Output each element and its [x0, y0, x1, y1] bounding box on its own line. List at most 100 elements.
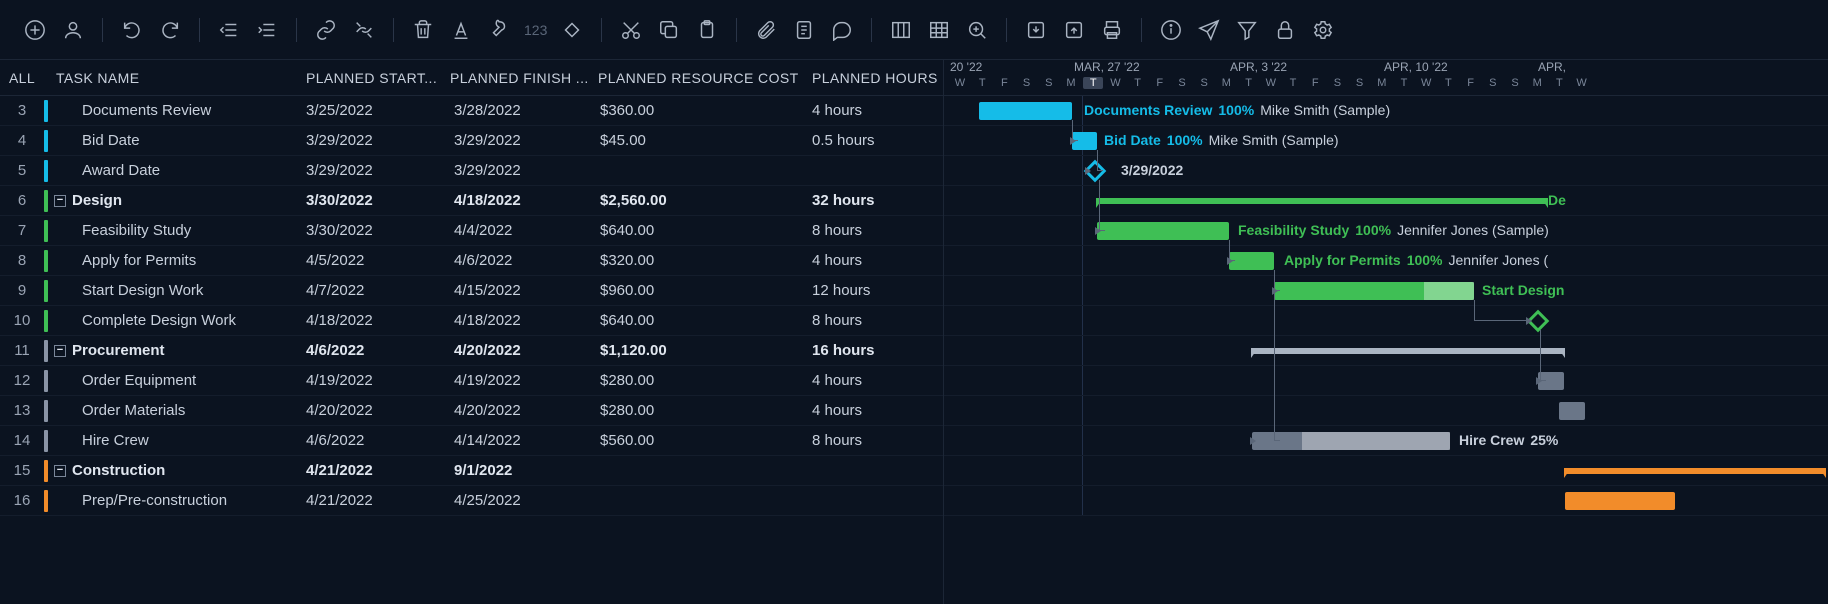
cost-cell[interactable]: $960.00 [592, 282, 806, 299]
import-icon[interactable] [1019, 13, 1053, 47]
hours-cell[interactable]: 32 hours [806, 192, 942, 209]
cost-cell[interactable]: $320.00 [592, 252, 806, 269]
task-name-cell[interactable]: Order Equipment [44, 370, 296, 392]
lock-icon[interactable] [1268, 13, 1302, 47]
zoom-icon[interactable] [960, 13, 994, 47]
paste-icon[interactable] [690, 13, 724, 47]
cost-cell[interactable]: $640.00 [592, 312, 806, 329]
collapse-toggle[interactable]: − [54, 345, 66, 357]
start-cell[interactable]: 3/25/2022 [296, 102, 444, 119]
finish-cell[interactable]: 3/28/2022 [444, 102, 592, 119]
gantt-summary-bar[interactable] [1565, 468, 1825, 474]
cost-cell[interactable]: $2,560.00 [592, 192, 806, 209]
hours-cell[interactable]: 4 hours [806, 402, 942, 419]
start-cell[interactable]: 3/30/2022 [296, 222, 444, 239]
finish-cell[interactable]: 4/18/2022 [444, 312, 592, 329]
cost-cell[interactable]: $360.00 [592, 102, 806, 119]
hours-cell[interactable]: 0.5 hours [806, 132, 942, 149]
start-cell[interactable]: 4/19/2022 [296, 372, 444, 389]
gantt-bar[interactable] [1274, 282, 1474, 300]
task-name-cell[interactable]: Apply for Permits [44, 250, 296, 272]
finish-cell[interactable]: 9/1/2022 [444, 462, 592, 479]
gantt-bar[interactable] [1229, 252, 1274, 270]
milestone-icon[interactable] [555, 13, 589, 47]
finish-cell[interactable]: 4/6/2022 [444, 252, 592, 269]
start-cell[interactable]: 4/5/2022 [296, 252, 444, 269]
task-row[interactable]: 7 Feasibility Study 3/30/2022 4/4/2022 $… [0, 216, 943, 246]
grid-icon[interactable] [922, 13, 956, 47]
finish-cell[interactable]: 3/29/2022 [444, 132, 592, 149]
columns-icon[interactable] [884, 13, 918, 47]
finish-cell[interactable]: 4/25/2022 [444, 492, 592, 509]
task-row[interactable]: 11 − Procurement 4/6/2022 4/20/2022 $1,1… [0, 336, 943, 366]
task-name-cell[interactable]: Prep/Pre-construction [44, 490, 296, 512]
start-cell[interactable]: 3/29/2022 [296, 132, 444, 149]
comment-icon[interactable] [825, 13, 859, 47]
gantt-bar[interactable] [1559, 402, 1585, 420]
hours-cell[interactable]: 12 hours [806, 282, 942, 299]
hours-cell[interactable]: 8 hours [806, 222, 942, 239]
col-start[interactable]: PLANNED START... [296, 70, 444, 86]
finish-cell[interactable]: 4/15/2022 [444, 282, 592, 299]
finish-cell[interactable]: 4/20/2022 [444, 402, 592, 419]
task-row[interactable]: 6 − Design 3/30/2022 4/18/2022 $2,560.00… [0, 186, 943, 216]
task-name-cell[interactable]: Bid Date [44, 130, 296, 152]
col-cost[interactable]: PLANNED RESOURCE COST [592, 70, 806, 86]
gantt-bar[interactable] [979, 102, 1072, 120]
task-name-cell[interactable]: Order Materials [44, 400, 296, 422]
print-icon[interactable] [1095, 13, 1129, 47]
task-row[interactable]: 4 Bid Date 3/29/2022 3/29/2022 $45.00 0.… [0, 126, 943, 156]
hours-cell[interactable]: 8 hours [806, 312, 942, 329]
task-name-cell[interactable]: Award Date [44, 160, 296, 182]
gantt-summary-bar[interactable] [1097, 198, 1547, 204]
collapse-toggle[interactable]: − [54, 195, 66, 207]
gantt-summary-bar[interactable] [1252, 348, 1564, 354]
attachment-icon[interactable] [749, 13, 783, 47]
add-icon[interactable] [18, 13, 52, 47]
hours-cell[interactable]: 16 hours [806, 342, 942, 359]
start-cell[interactable]: 4/6/2022 [296, 342, 444, 359]
task-name-cell[interactable]: Complete Design Work [44, 310, 296, 332]
hours-cell[interactable]: 4 hours [806, 252, 942, 269]
cut-icon[interactable] [614, 13, 648, 47]
task-name-cell[interactable]: − Procurement [44, 340, 296, 362]
gantt-bar[interactable] [1565, 492, 1675, 510]
link-icon[interactable] [309, 13, 343, 47]
col-all[interactable]: ALL [0, 70, 44, 86]
user-icon[interactable] [56, 13, 90, 47]
cost-cell[interactable]: $1,120.00 [592, 342, 806, 359]
filter-icon[interactable] [1230, 13, 1264, 47]
task-name-cell[interactable]: − Design [44, 190, 296, 212]
gantt-bar[interactable] [1252, 432, 1450, 450]
finish-cell[interactable]: 3/29/2022 [444, 162, 592, 179]
task-row[interactable]: 9 Start Design Work 4/7/2022 4/15/2022 $… [0, 276, 943, 306]
cost-cell[interactable]: $280.00 [592, 402, 806, 419]
cost-cell[interactable]: $640.00 [592, 222, 806, 239]
unlink-icon[interactable] [347, 13, 381, 47]
settings-icon[interactable] [1306, 13, 1340, 47]
send-icon[interactable] [1192, 13, 1226, 47]
task-row[interactable]: 15 − Construction 4/21/2022 9/1/2022 [0, 456, 943, 486]
undo-icon[interactable] [115, 13, 149, 47]
cost-cell[interactable]: $45.00 [592, 132, 806, 149]
redo-icon[interactable] [153, 13, 187, 47]
task-name-cell[interactable]: Feasibility Study [44, 220, 296, 242]
start-cell[interactable]: 4/7/2022 [296, 282, 444, 299]
indent-icon[interactable] [250, 13, 284, 47]
task-name-cell[interactable]: Hire Crew [44, 430, 296, 452]
trash-icon[interactable] [406, 13, 440, 47]
task-row[interactable]: 14 Hire Crew 4/6/2022 4/14/2022 $560.00 … [0, 426, 943, 456]
task-name-cell[interactable]: Start Design Work [44, 280, 296, 302]
finish-cell[interactable]: 4/18/2022 [444, 192, 592, 209]
task-name-cell[interactable]: − Construction [44, 460, 296, 482]
task-row[interactable]: 3 Documents Review 3/25/2022 3/28/2022 $… [0, 96, 943, 126]
gantt-bar[interactable] [1097, 222, 1229, 240]
start-cell[interactable]: 4/6/2022 [296, 432, 444, 449]
task-name-cell[interactable]: Documents Review [44, 100, 296, 122]
task-row[interactable]: 12 Order Equipment 4/19/2022 4/19/2022 $… [0, 366, 943, 396]
info-icon[interactable] [1154, 13, 1188, 47]
finish-cell[interactable]: 4/14/2022 [444, 432, 592, 449]
col-name[interactable]: TASK NAME [44, 70, 296, 86]
col-finish[interactable]: PLANNED FINISH ... [444, 70, 592, 86]
start-cell[interactable]: 3/30/2022 [296, 192, 444, 209]
